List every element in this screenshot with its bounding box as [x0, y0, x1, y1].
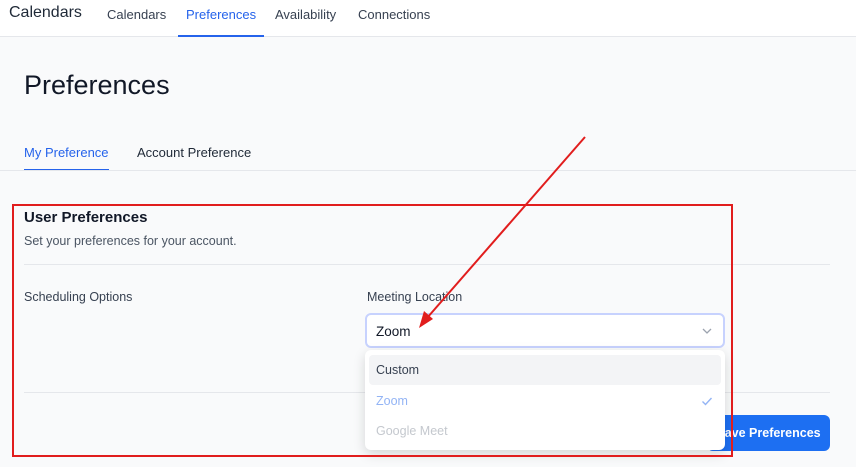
option-label: Google Meet: [376, 424, 448, 438]
option-label: Custom: [376, 363, 420, 377]
scheduling-options-label: Scheduling Options: [24, 290, 133, 304]
meeting-location-value: Zoom: [376, 324, 411, 339]
meeting-location-label: Meeting Location: [367, 290, 463, 304]
section-title: User Preferences: [24, 209, 148, 226]
chevron-down-icon: [702, 328, 712, 334]
option-label: Zoom: [376, 394, 408, 408]
top-navigation-bar: Calendars Calendars Preferences Availabi…: [0, 0, 856, 37]
option-custom[interactable]: Custom: [369, 355, 721, 385]
nav-tab-calendars[interactable]: Calendars: [107, 7, 166, 37]
app-title: Calendars: [9, 4, 82, 21]
option-google-meet[interactable]: Google Meet: [369, 416, 721, 446]
tabs-divider: [0, 170, 856, 171]
tab-my-preference[interactable]: My Preference: [24, 145, 109, 171]
nav-tab-preferences[interactable]: Preferences: [178, 7, 265, 37]
nav-tab-availability[interactable]: Availability: [275, 7, 336, 37]
nav-tab-connections[interactable]: Connections: [358, 7, 430, 37]
option-zoom[interactable]: Zoom: [369, 386, 721, 416]
section-description: Set your preferences for your account.: [24, 234, 237, 248]
meeting-location-dropdown: Custom Zoom Google Meet: [365, 350, 725, 450]
save-preferences-button[interactable]: Save Preferences: [707, 415, 830, 451]
meeting-location-select[interactable]: Zoom: [365, 313, 725, 348]
section-divider: [24, 264, 830, 265]
page-title: Preferences: [24, 70, 170, 100]
check-icon: [702, 397, 713, 406]
tab-account-preference[interactable]: Account Preference: [137, 145, 251, 171]
